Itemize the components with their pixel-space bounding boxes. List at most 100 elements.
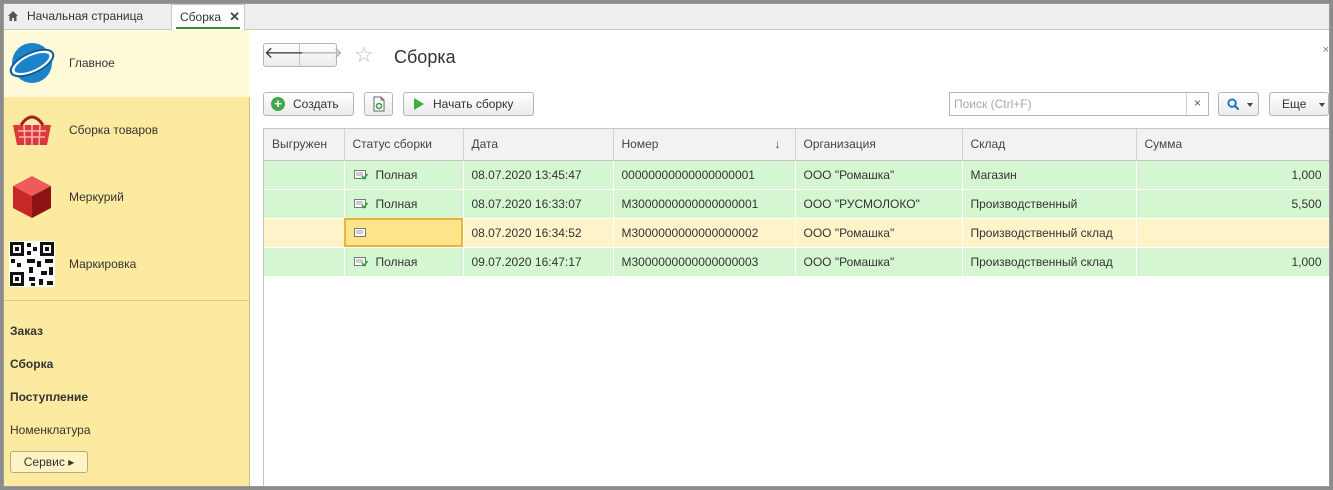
cell-exported[interactable] [264,160,344,190]
cell-status[interactable]: Полная [344,160,463,190]
cell-exported[interactable] [264,247,344,277]
cell-sum[interactable]: 1,000 [1136,160,1329,190]
cell-number[interactable]: М3000000000000000001 [613,189,795,219]
create-button-label: Создать [293,97,339,111]
search-input[interactable] [950,93,1186,115]
section-marking[interactable]: Маркировка [4,231,250,298]
cell-organization[interactable]: ООО "Ромашка" [795,247,962,277]
basket-icon [13,115,51,146]
chevron-down-icon [1247,103,1253,107]
table-header-row: Выгружен Статус сборки Дата Номер ↓ Орга… [264,129,1329,161]
home-icon[interactable] [7,10,19,22]
document-icon [353,227,366,237]
cell-organization[interactable]: ООО "РУСМОЛОКО" [795,189,962,219]
cell-warehouse[interactable]: Производственный склад [962,247,1136,277]
back-arrow-icon[interactable]: 🡐 [264,44,307,66]
app-window: Начальная страница Сборка ✕ Главное Сбор… [3,3,1330,487]
search-box: × [949,92,1209,116]
nav-link-receipt[interactable]: Поступление [10,390,88,404]
nav-link-order[interactable]: Заказ [10,324,43,338]
red-cube-icon [13,176,51,218]
cell-date[interactable]: 09.07.2020 16:47:17 [463,247,613,277]
chevron-down-icon [1319,103,1325,107]
cell-warehouse[interactable]: Производственный [962,189,1136,219]
more-button[interactable]: Еще [1269,92,1329,116]
cell-exported[interactable] [264,189,344,219]
start-assembly-button[interactable]: Начать сборку [403,92,534,116]
play-icon [414,98,424,110]
section-goods-assembly[interactable]: Сборка товаров [4,97,250,164]
cell-warehouse[interactable]: Магазин [962,160,1136,190]
document-check-icon [353,198,368,209]
tab-bar: Начальная страница Сборка ✕ [4,4,1329,31]
cell-warehouse[interactable]: Производственный склад [962,218,1136,248]
copy-button[interactable] [364,92,393,116]
tab-home[interactable]: Начальная страница [27,4,143,30]
cell-exported[interactable] [264,218,344,248]
table-row-selected[interactable]: 08.07.2020 16:34:52 М3000000000000000002… [264,218,1329,248]
nav-link-assembly[interactable]: Сборка [10,357,53,371]
cell-sum[interactable]: 1,000 [1136,247,1329,277]
active-tab-indicator [176,27,240,29]
cell-status-text: Полная [375,196,418,211]
section-marking-label: Маркировка [69,257,137,271]
document-check-icon [353,256,368,267]
cell-status[interactable]: Полная [344,189,463,219]
document-check-icon [353,169,368,180]
section-mercury[interactable]: Меркурий [4,164,250,231]
column-header-status[interactable]: Статус сборки [344,129,464,161]
start-assembly-label: Начать сборку [433,97,514,111]
tab-sborka-label: Сборка [180,10,222,24]
copy-document-icon [373,96,385,112]
documents-table: Выгружен Статус сборки Дата Номер ↓ Орга… [263,128,1329,486]
cell-number[interactable]: М3000000000000000003 [613,247,795,277]
column-header-warehouse[interactable]: Склад [962,129,1137,161]
clear-search-icon[interactable]: × [1186,93,1208,115]
table-row[interactable]: Полная 08.07.2020 16:33:07 М300000000000… [264,189,1329,219]
cell-status-focused[interactable] [344,218,463,248]
create-button[interactable]: + Создать [263,92,354,116]
cell-sum[interactable]: 5,500 [1136,189,1329,219]
cell-date[interactable]: 08.07.2020 13:45:47 [463,160,613,190]
column-header-number[interactable]: Номер ↓ [613,129,796,161]
column-header-date[interactable]: Дата [463,129,614,161]
search-button[interactable] [1218,92,1259,116]
section-main[interactable]: Главное [4,30,250,97]
column-header-sum[interactable]: Сумма [1136,129,1329,161]
sidebar-divider [4,300,250,301]
tab-sborka[interactable]: Сборка ✕ [171,4,245,31]
more-button-label: Еще [1282,97,1307,111]
search-icon [1227,98,1240,111]
cell-number[interactable]: М3000000000000000002 [613,218,795,248]
globe-logo-icon [9,43,55,83]
sections-panel: Главное Сборка товаров Меркурий Маркиров… [4,30,250,486]
close-form-icon[interactable]: × [1323,44,1329,56]
table-row[interactable]: Полная 09.07.2020 16:47:17 М300000000000… [264,247,1329,277]
cell-organization[interactable]: ООО "Ромашка" [795,218,962,248]
page-title: Сборка [394,47,456,67]
close-tab-icon[interactable]: ✕ [229,5,240,29]
section-mercury-label: Меркурий [69,190,124,204]
cell-sum[interactable] [1136,218,1329,248]
service-button[interactable]: Сервис ▸ [10,451,88,473]
cell-status[interactable]: Полная [344,247,463,277]
qr-code-icon [9,241,55,287]
column-header-exported[interactable]: Выгружен [264,129,345,161]
column-header-organization[interactable]: Организация [795,129,963,161]
cell-date[interactable]: 08.07.2020 16:33:07 [463,189,613,219]
cell-organization[interactable]: ООО "Ромашка" [795,160,962,190]
favorite-star-icon[interactable]: ☆ [354,44,374,66]
form-area: 🡐 🡒 ☆ Сборка × + Создать Начать сборку × [263,30,1329,486]
history-nav: 🡐 🡒 [263,43,343,67]
section-goods-assembly-label: Сборка товаров [69,123,159,137]
table-row[interactable]: Полная 08.07.2020 13:45:47 0000000000000… [264,160,1329,190]
nav-link-nomenclature[interactable]: Номенклатура [10,423,91,437]
column-header-number-label: Номер [621,137,659,152]
plus-circle-icon: + [271,97,285,111]
forward-arrow-icon[interactable]: 🡒 [300,44,343,66]
cell-date[interactable]: 08.07.2020 16:34:52 [463,218,613,248]
sort-descending-icon: ↓ [774,137,781,151]
cell-status-text: Полная [375,254,418,269]
cell-number[interactable]: 00000000000000000001 [613,160,795,190]
cell-status-text: Полная [375,167,418,182]
